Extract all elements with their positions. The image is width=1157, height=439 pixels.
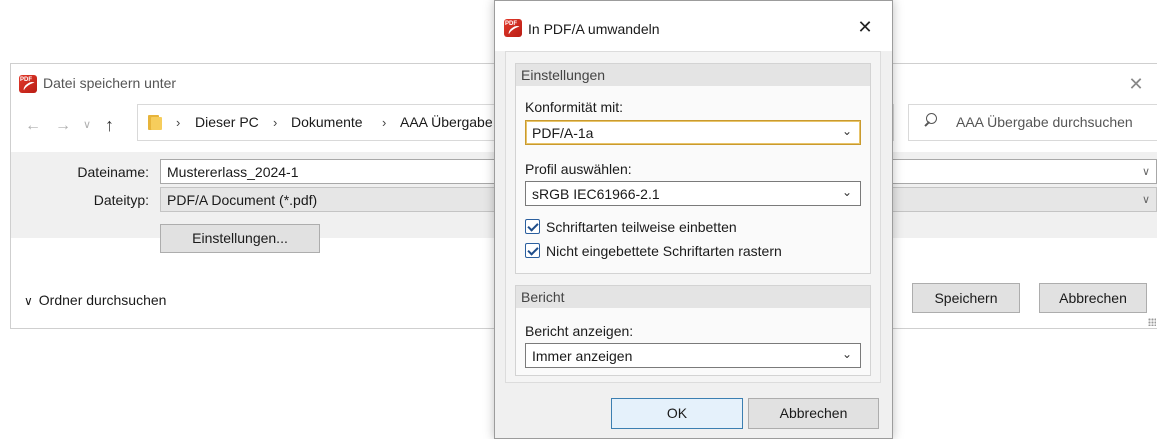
report-show-label: Bericht anzeigen: — [525, 323, 634, 339]
search-box[interactable]: AAA Übergabe durchsuchen — [908, 104, 1157, 141]
chevron-down-icon: ⌄ — [841, 347, 852, 361]
conformity-label: Konformität mit: — [525, 99, 624, 115]
report-group: Bericht Bericht anzeigen: Immer anzeigen… — [515, 285, 871, 376]
close-icon[interactable]: ✕ — [853, 15, 877, 39]
conformity-select[interactable]: PDF/A-1a ⌄ — [525, 120, 861, 145]
browse-folders-label: Ordner durchsuchen — [38, 292, 167, 308]
save-dialog-title: Datei speichern unter — [43, 75, 177, 91]
pdf-app-icon: PDF — [19, 75, 37, 93]
rasterize-fonts-label: Nicht eingebettete Schriftarten rastern — [546, 243, 782, 259]
embed-fonts-checkbox[interactable] — [525, 219, 540, 234]
breadcrumb-separator-icon: › — [382, 115, 387, 130]
profile-label: Profil auswählen: — [525, 161, 632, 177]
chevron-down-icon: ⌄ — [841, 185, 852, 199]
breadcrumb-separator-icon: › — [176, 115, 181, 130]
filetype-value: PDF/A Document (*.pdf) — [167, 192, 318, 208]
breadcrumb-item-dieser-pc[interactable]: Dieser PC — [195, 114, 259, 130]
search-icon — [923, 113, 937, 129]
settings-group: Einstellungen Konformität mit: PDF/A-1a … — [515, 63, 871, 274]
forward-arrow-icon[interactable]: → — [55, 117, 71, 135]
report-show-value: Immer anzeigen — [532, 348, 633, 364]
pdfa-dialog-body: Einstellungen Konformität mit: PDF/A-1a … — [505, 51, 881, 383]
rasterize-fonts-option[interactable]: Nicht eingebettete Schriftarten rastern — [525, 241, 855, 261]
embed-fonts-option[interactable]: Schriftarten teilweise einbetten — [525, 217, 855, 237]
breadcrumb-item-aaa-uebergabe[interactable]: AAA Übergabe — [400, 114, 493, 130]
filename-label: Dateiname: — [77, 164, 149, 180]
settings-group-header: Einstellungen — [516, 64, 870, 86]
save-button[interactable]: Speichern — [912, 283, 1020, 313]
filetype-label: Dateityp: — [93, 192, 149, 208]
recent-locations-chevron-icon[interactable]: ∨ — [83, 118, 91, 131]
profile-select[interactable]: sRGB IEC61966-2.1 ⌄ — [525, 181, 861, 206]
browse-folders-toggle[interactable]: ∨ Ordner durchsuchen — [24, 292, 166, 308]
pdf-app-icon: PDF — [504, 19, 522, 37]
ok-button[interactable]: OK — [611, 398, 743, 429]
filename-value: Mustererlass_2024-1 — [167, 164, 299, 180]
folder-icon — [148, 115, 162, 130]
back-arrow-icon[interactable]: ← — [25, 117, 41, 135]
close-icon[interactable]: ✕ — [1122, 70, 1150, 98]
cancel-button[interactable]: Abbrechen — [1039, 283, 1147, 313]
settings-button[interactable]: Einstellungen... — [160, 224, 320, 253]
chevron-down-icon: ∨ — [24, 294, 33, 308]
pdfa-dialog-title: In PDF/A umwandeln — [528, 21, 660, 37]
breadcrumb-separator-icon: › — [273, 115, 278, 130]
report-show-select[interactable]: Immer anzeigen ⌄ — [525, 343, 861, 368]
conformity-value: PDF/A-1a — [532, 125, 594, 141]
profile-value: sRGB IEC61966-2.1 — [532, 186, 660, 202]
chevron-down-icon[interactable]: ∨ — [1142, 165, 1150, 178]
embed-fonts-label: Schriftarten teilweise einbetten — [546, 219, 737, 235]
cancel-button[interactable]: Abbrechen — [748, 398, 879, 429]
search-placeholder: AAA Übergabe durchsuchen — [956, 114, 1133, 130]
report-group-header: Bericht — [516, 286, 870, 308]
resize-grip[interactable] — [1148, 318, 1156, 326]
breadcrumb-item-dokumente[interactable]: Dokumente — [291, 114, 363, 130]
pdfa-convert-dialog: PDF In PDF/A umwandeln ✕ Einstellungen K… — [494, 0, 893, 439]
chevron-down-icon[interactable]: ∨ — [1142, 193, 1150, 206]
rasterize-fonts-checkbox[interactable] — [525, 243, 540, 258]
chevron-down-icon: ⌄ — [841, 124, 852, 138]
pdfa-dialog-titlebar: PDF In PDF/A umwandeln ✕ — [495, 1, 892, 51]
up-arrow-icon[interactable]: ↑ — [105, 115, 114, 136]
